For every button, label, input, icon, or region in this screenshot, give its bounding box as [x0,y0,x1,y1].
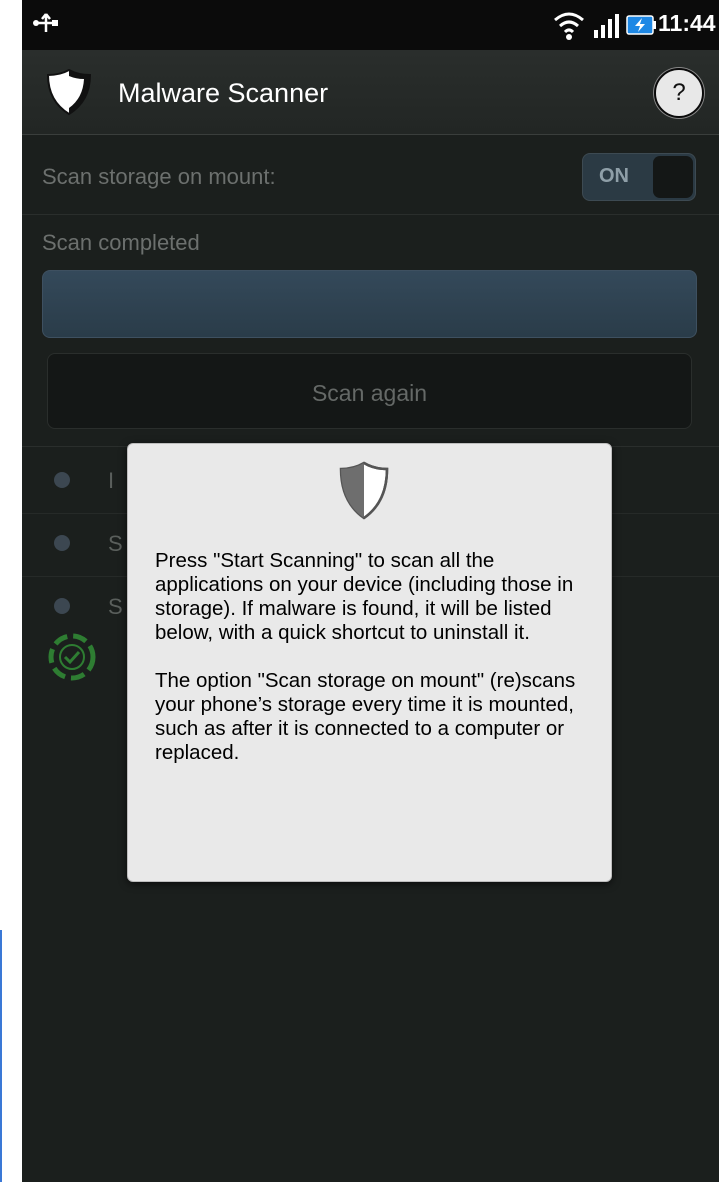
shield-icon [339,461,389,520]
list-item-label: S [108,594,123,619]
help-button[interactable]: ? [654,68,704,118]
scan-again-label: Scan again [311,380,428,406]
scan-status-text: Scan completed [42,230,200,255]
list-item-label: I [108,468,115,493]
toggle-knob [653,156,693,198]
scan-ok-check-icon [48,633,96,681]
signal-icon [594,14,619,38]
left-edge-strip [0,930,2,1182]
scan-again-button[interactable]: Scan again [47,353,692,429]
battery-charging-icon [626,15,656,35]
scan-progress-bar [42,270,697,338]
status-time: 11:44 [658,10,716,36]
list-item-label: S [108,531,123,556]
shield-logo-icon [46,68,92,116]
scan-on-mount-label: Scan storage on mount: [42,164,276,189]
scan-on-mount-toggle[interactable]: ON [582,153,696,201]
status-bar: 11:44 [22,0,719,50]
list-item-radio[interactable] [54,472,70,488]
list-item-radio[interactable] [54,598,70,614]
phone-screen: 11:44 Malware Scanner ? Scan storage on … [22,0,719,1182]
toggle-state-label: ON [599,165,629,187]
app-bar: Malware Scanner ? [22,50,719,135]
app-title: Malware Scanner [118,78,329,108]
wifi-icon [554,12,584,40]
usb-icon [33,13,58,32]
list-item-radio[interactable] [54,535,70,551]
info-dialog: Press "Start Scanning" to scan all the a… [127,443,612,882]
dialog-message: Press "Start Scanning" to scan all the a… [155,549,576,764]
scan-on-mount-row: Scan storage on mount: ON [22,134,719,215]
